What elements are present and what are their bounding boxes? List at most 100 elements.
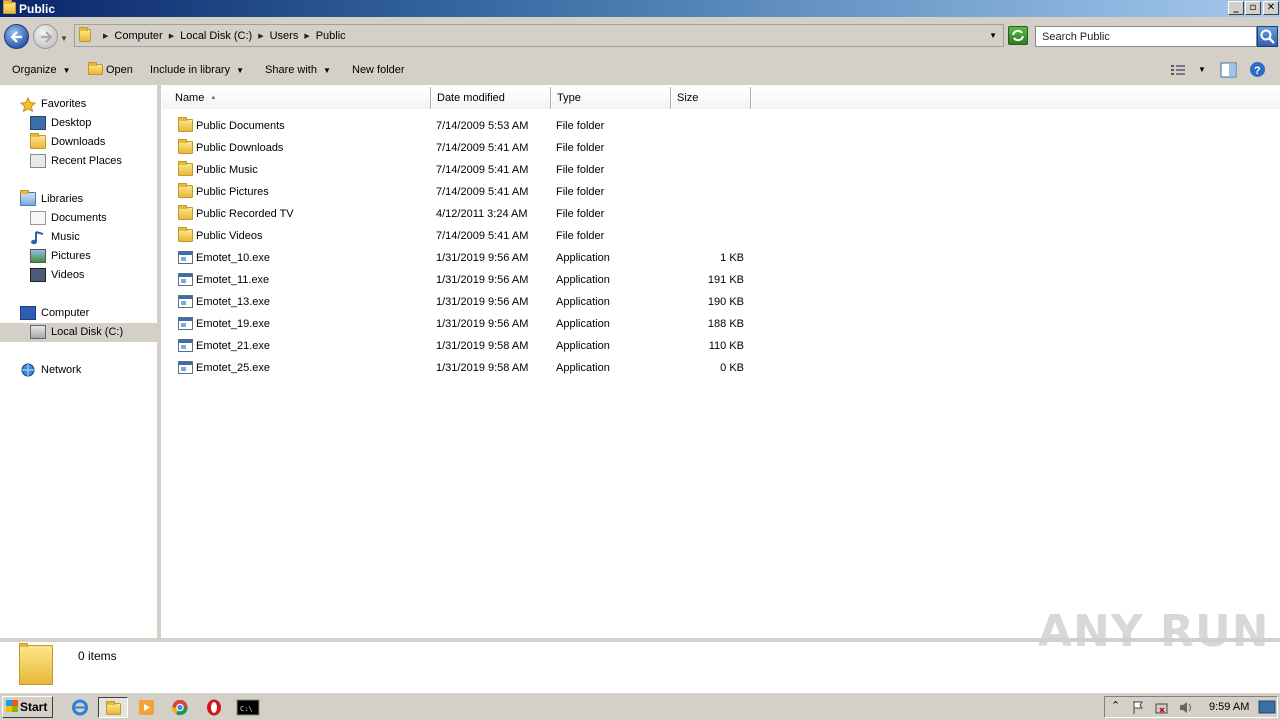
taskbar-chrome[interactable] <box>165 697 195 718</box>
open-label: Open <box>106 64 133 76</box>
folder-icon <box>178 117 193 132</box>
back-button[interactable] <box>4 24 29 49</box>
action-center-flag-icon[interactable] <box>1131 700 1145 715</box>
new-folder-label: New folder <box>352 64 405 76</box>
address-dropdown-icon[interactable]: ▼ <box>989 31 997 40</box>
breadcrumb-users[interactable]: Users <box>270 30 299 42</box>
start-button[interactable]: Start <box>2 696 53 718</box>
nav-computer[interactable]: Computer <box>20 304 89 322</box>
breadcrumb-computer[interactable]: Computer <box>114 30 162 42</box>
new-folder-button[interactable]: New folder <box>352 64 405 76</box>
application-icon <box>178 317 193 330</box>
column-header-date-modified[interactable]: Date modified <box>431 87 551 109</box>
nav-pictures[interactable]: Pictures <box>30 247 91 265</box>
application-icon <box>178 339 193 352</box>
folder-icon <box>79 27 91 42</box>
include-in-library-button[interactable]: Include in library ▼ <box>150 64 244 76</box>
taskbar-explorer[interactable] <box>98 697 128 718</box>
forward-button[interactable] <box>33 24 58 49</box>
network-status-icon[interactable] <box>1154 700 1170 715</box>
view-details-icon[interactable] <box>1170 63 1186 77</box>
file-row[interactable]: Emotet_21.exe 1/31/2019 9:58 AM Applicatio… <box>161 335 761 357</box>
taskbar-opera[interactable] <box>199 697 229 718</box>
application-icon <box>178 251 193 264</box>
nav-recent-places[interactable]: Recent Places <box>30 152 122 170</box>
nav-libraries[interactable]: Libraries <box>20 190 83 208</box>
file-row[interactable]: Public Videos 7/14/2009 5:41 AM File folde… <box>161 225 761 247</box>
volume-icon[interactable] <box>1178 700 1194 715</box>
nav-network[interactable]: Network <box>20 361 81 379</box>
search-input[interactable]: Search Public <box>1035 26 1257 47</box>
taskbar-internet-explorer[interactable] <box>65 697 95 718</box>
disk-icon <box>30 325 46 339</box>
file-row[interactable]: Emotet_13.exe 1/31/2019 9:56 AM Applicatio… <box>161 291 761 313</box>
organize-button[interactable]: Organize ▼ <box>12 64 71 76</box>
file-name: Emotet_19.exe <box>196 318 270 330</box>
chevron-right-icon[interactable]: ▶ <box>169 32 174 40</box>
show-hidden-icons-icon[interactable]: ⌃ <box>1111 699 1120 712</box>
file-type: Application <box>556 318 610 330</box>
file-row[interactable]: Emotet_19.exe 1/31/2019 9:56 AM Applicatio… <box>161 313 761 335</box>
nav-local-disk[interactable]: Local Disk (C:) <box>30 323 123 341</box>
file-row[interactable]: Public Recorded TV 4/12/2011 3:24 AM File … <box>161 203 761 225</box>
close-button[interactable]: ✕ <box>1263 1 1279 15</box>
file-name: Public Recorded TV <box>196 208 294 220</box>
show-desktop-icon[interactable] <box>1258 699 1276 715</box>
taskbar-command-prompt[interactable]: C:\ <box>233 697 263 718</box>
maximize-button[interactable]: ▫ <box>1245 1 1261 15</box>
clock[interactable]: 9:59 AM <box>1209 701 1249 713</box>
file-date-modified: 7/14/2009 5:41 AM <box>436 164 529 176</box>
nav-music[interactable]: Music <box>30 228 80 246</box>
recent-pages-chevron-icon[interactable]: ▼ <box>60 34 68 43</box>
file-row[interactable]: Emotet_25.exe 1/31/2019 9:58 AM Applicatio… <box>161 357 761 379</box>
music-note-icon <box>31 230 44 244</box>
column-header-size[interactable]: Size <box>671 87 751 109</box>
nav-documents[interactable]: Documents <box>30 209 107 227</box>
nav-music-label: Music <box>51 231 80 243</box>
column-header-name[interactable]: Name ▲ <box>161 87 431 109</box>
windows-logo-icon <box>6 700 18 712</box>
view-options-chevron-icon[interactable]: ▼ <box>1198 65 1206 74</box>
search-button[interactable] <box>1257 26 1278 47</box>
chevron-right-icon[interactable]: ▶ <box>103 32 108 40</box>
recent-places-icon <box>30 154 46 168</box>
nav-videos[interactable]: Videos <box>30 266 84 284</box>
breadcrumb-public[interactable]: Public <box>316 30 346 42</box>
title-bar: Public _ ▫ ✕ <box>0 0 1280 17</box>
column-header-type[interactable]: Type <box>551 87 671 109</box>
file-row[interactable]: Emotet_10.exe 1/31/2019 9:56 AM Applicatio… <box>161 247 761 269</box>
file-date-modified: 7/14/2009 5:41 AM <box>436 142 529 154</box>
preview-pane-icon[interactable] <box>1220 62 1237 78</box>
file-row[interactable]: Public Music 7/14/2009 5:41 AM File folder <box>161 159 761 181</box>
file-type: Application <box>556 252 610 264</box>
file-type: File folder <box>556 186 605 198</box>
chevron-right-icon[interactable]: ▶ <box>258 32 263 40</box>
file-row[interactable]: Public Pictures 7/14/2009 5:41 AM File fol… <box>161 181 761 203</box>
folder-icon <box>178 161 193 176</box>
chevron-down-icon: ▼ <box>62 66 71 75</box>
open-button[interactable]: Open <box>88 62 133 76</box>
file-row[interactable]: Public Downloads 7/14/2009 5:41 AM File fo… <box>161 137 761 159</box>
nav-videos-label: Videos <box>51 269 85 281</box>
file-row[interactable]: Public Documents 7/14/2009 5:53 AM File fo… <box>161 115 761 137</box>
nav-favorites[interactable]: Favorites <box>20 95 86 113</box>
taskbar-media-player[interactable] <box>131 697 161 718</box>
nav-downloads[interactable]: Downloads <box>30 133 105 151</box>
chevron-right-icon[interactable]: ▶ <box>304 32 309 40</box>
file-size: 1 KB <box>720 252 744 264</box>
refresh-button[interactable] <box>1008 26 1028 45</box>
file-name: Public Documents <box>196 120 285 132</box>
file-size: 191 KB <box>707 274 744 286</box>
application-icon <box>178 295 193 308</box>
share-with-button[interactable]: Share with ▼ <box>265 64 331 76</box>
refresh-icon <box>1012 29 1024 42</box>
file-name: Emotet_11.exe <box>196 274 270 286</box>
address-box[interactable]: ▶ Computer ▶ Local Disk (C:) ▶ Users ▶ P… <box>74 24 1004 47</box>
file-date-modified: 7/14/2009 5:41 AM <box>436 186 529 198</box>
downloads-icon <box>30 133 46 149</box>
minimize-button[interactable]: _ <box>1228 1 1244 15</box>
help-icon[interactable]: ? <box>1249 61 1266 78</box>
breadcrumb-local-disk[interactable]: Local Disk (C:) <box>180 30 252 42</box>
nav-desktop[interactable]: Desktop <box>30 114 91 132</box>
file-row[interactable]: Emotet_11.exe 1/31/2019 9:56 AM Applicatio… <box>161 269 761 291</box>
